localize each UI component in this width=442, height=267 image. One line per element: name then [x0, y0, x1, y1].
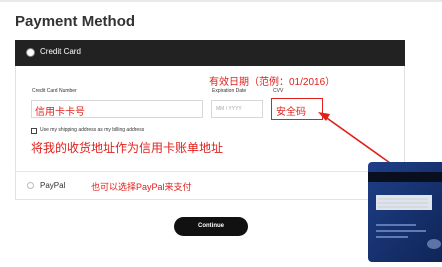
- card-back-image: [368, 162, 442, 262]
